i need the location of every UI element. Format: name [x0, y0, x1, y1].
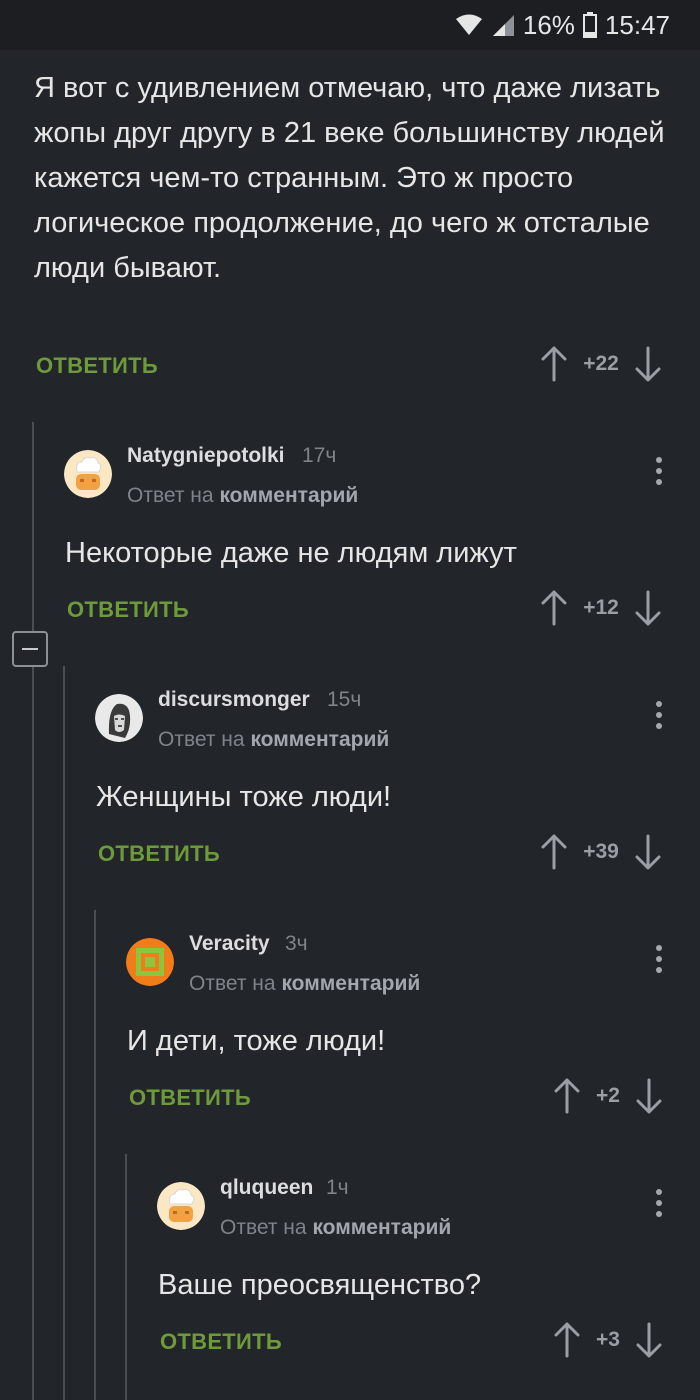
root-score: +22	[583, 352, 619, 375]
vote-controls: +39	[540, 834, 662, 870]
reply-button[interactable]: ОТВЕТИТЬ	[160, 1329, 282, 1355]
comment-time: 17ч	[302, 444, 337, 467]
vote-controls: +3	[553, 1322, 663, 1358]
username[interactable]: Veracity	[189, 932, 270, 956]
answer-prefix: Ответ на	[189, 972, 276, 995]
answer-prefix: Ответ на	[158, 728, 245, 751]
answer-target-link[interactable]: комментарий	[312, 1216, 451, 1239]
answer-to: Ответ на комментарий	[189, 972, 420, 996]
answer-to: Ответ на комментарий	[220, 1216, 451, 1240]
answer-target-link[interactable]: комментарий	[250, 728, 389, 751]
reply-button[interactable]: ОТВЕТИТЬ	[98, 841, 220, 867]
more-options-icon[interactable]	[655, 457, 663, 489]
thread-line-level-3	[94, 910, 96, 1400]
comment-score: +12	[583, 596, 619, 619]
wifi-icon	[455, 14, 483, 36]
downvote-icon[interactable]	[634, 346, 662, 382]
chef-avatar-icon	[64, 450, 112, 498]
answer-target-link[interactable]: комментарий	[281, 972, 420, 995]
avatar[interactable]	[64, 450, 112, 498]
comment-score: +39	[583, 840, 619, 863]
orange-green-square-avatar-icon	[126, 938, 174, 986]
avatar[interactable]	[126, 938, 174, 986]
more-options-icon[interactable]	[655, 945, 663, 977]
comment-text: Женщины тоже люди!	[96, 781, 392, 813]
root-reply-button[interactable]: ОТВЕТИТЬ	[36, 353, 158, 379]
avatar[interactable]	[157, 1182, 205, 1230]
comment-score: +2	[596, 1084, 620, 1107]
reply-button[interactable]: ОТВЕТИТЬ	[129, 1085, 251, 1111]
downvote-icon[interactable]	[635, 1078, 663, 1114]
downvote-icon[interactable]	[634, 834, 662, 870]
upvote-icon[interactable]	[553, 1078, 581, 1114]
answer-to: Ответ на комментарий	[127, 484, 358, 508]
comment-time: 1ч	[326, 1176, 349, 1199]
username[interactable]: Natygniepotolki	[127, 444, 285, 468]
comment-time: 15ч	[327, 688, 362, 711]
comment-text: Ваше преосвященство?	[158, 1269, 482, 1301]
battery-percent: 16%	[522, 9, 575, 40]
comment-score: +3	[596, 1328, 620, 1351]
signal-icon	[491, 13, 515, 37]
vote-controls: +12	[540, 590, 662, 626]
username[interactable]: qluqueen	[220, 1176, 313, 1200]
answer-prefix: Ответ на	[220, 1216, 307, 1239]
username[interactable]: discursmonger	[158, 688, 310, 712]
thread-line-level-2	[63, 666, 65, 1400]
clock: 15:47	[604, 9, 670, 40]
collapse-thread-button[interactable]	[12, 631, 48, 667]
downvote-icon[interactable]	[634, 590, 662, 626]
answer-prefix: Ответ на	[127, 484, 214, 507]
reply-button[interactable]: ОТВЕТИТЬ	[67, 597, 189, 623]
upvote-icon[interactable]	[540, 346, 568, 382]
thread-line-level-4	[125, 1154, 127, 1400]
root-vote-controls: +22	[540, 346, 662, 382]
vote-controls: +2	[553, 1078, 663, 1114]
comment-text: И дети, тоже люди!	[127, 1025, 386, 1057]
battery-icon	[582, 12, 597, 38]
comment-text: Некоторые даже не людям лижут	[65, 537, 517, 569]
upvote-icon[interactable]	[540, 590, 568, 626]
answer-to: Ответ на комментарий	[158, 728, 389, 752]
upvote-icon[interactable]	[540, 834, 568, 870]
more-options-icon[interactable]	[655, 701, 663, 733]
chef-avatar-icon	[157, 1182, 205, 1230]
thread-line-level-1	[32, 422, 34, 1400]
upvote-icon[interactable]	[553, 1322, 581, 1358]
sketch-face-avatar-icon	[95, 694, 143, 742]
comment-time: 3ч	[285, 932, 308, 955]
root-comment-text: Я вот с удивлением отмечаю, что даже лиз…	[34, 72, 665, 284]
more-options-icon[interactable]	[655, 1189, 663, 1221]
status-bar: 16% 15:47	[0, 0, 700, 50]
answer-target-link[interactable]: комментарий	[219, 484, 358, 507]
downvote-icon[interactable]	[635, 1322, 663, 1358]
avatar[interactable]	[95, 694, 143, 742]
